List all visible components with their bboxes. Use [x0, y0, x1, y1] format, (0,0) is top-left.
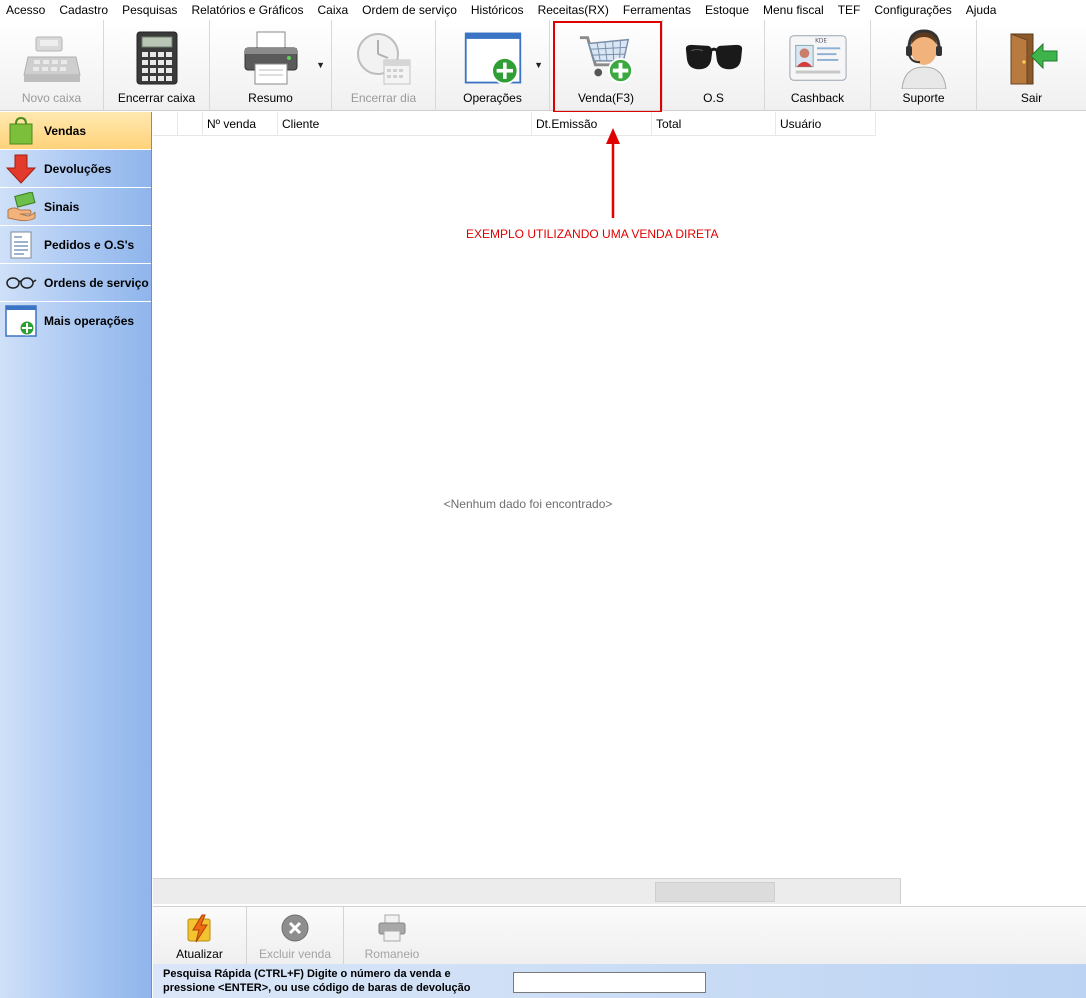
- quick-search-instructions: Pesquisa Rápida (CTRL+F) Digite o número…: [153, 967, 503, 995]
- annotation-text: EXEMPLO UTILIZANDO UMA VENDA DIRETA: [466, 227, 719, 241]
- menu-ajuda[interactable]: Ajuda: [966, 3, 997, 17]
- sidebar-item-ordens-servico[interactable]: Ordens de serviço: [0, 264, 151, 302]
- resumo-label: Resumo: [248, 91, 293, 105]
- menu-tef[interactable]: TEF: [838, 3, 861, 17]
- lightning-refresh-icon: [183, 911, 217, 945]
- cash-register-icon: [22, 29, 82, 87]
- scrollbar-thumb[interactable]: [655, 882, 775, 902]
- excluir-venda-label: Excluir venda: [258, 947, 332, 961]
- grid-header: Nº venda Cliente Dt.Emissão Total Usuári…: [153, 112, 876, 136]
- printer-small-icon: [375, 911, 409, 945]
- menu-historicos[interactable]: Históricos: [471, 3, 524, 17]
- sair-label: Sair: [1020, 91, 1043, 105]
- sidebar: Vendas Devoluções Sinais Pedidos e O.S's: [0, 112, 152, 998]
- resumo-button[interactable]: Resumo ▼: [210, 20, 332, 111]
- main-toolbar: Novo caixa Encerrar caixa Resumo ▼ Encer…: [0, 20, 1086, 111]
- sidebar-item-label: Ordens de serviço: [44, 275, 149, 290]
- menu-acesso[interactable]: Acesso: [6, 3, 45, 17]
- cashback-label: Cashback: [790, 91, 845, 105]
- resumo-dropdown-arrow-icon[interactable]: ▼: [316, 60, 325, 70]
- quick-search-bar: Pesquisa Rápida (CTRL+F) Digite o número…: [153, 964, 1086, 998]
- quick-search-line-2: pressione <ENTER>, ou use código de bara…: [163, 982, 471, 994]
- sidebar-item-label: Devoluções: [44, 161, 112, 176]
- sidebar-item-devolucoes[interactable]: Devoluções: [0, 150, 151, 188]
- eyeglasses-icon: [5, 267, 37, 299]
- printer-icon: [241, 29, 301, 87]
- window-add-small-icon: [5, 305, 37, 337]
- operacoes-button[interactable]: Operações ▼: [436, 20, 550, 111]
- sidebar-item-label: Mais operações: [44, 314, 135, 328]
- menu-relatorios[interactable]: Relatórios e Gráficos: [191, 3, 303, 17]
- exit-door-icon: [1002, 29, 1062, 87]
- encerrar-caixa-button[interactable]: Encerrar caixa: [104, 20, 210, 111]
- menu-configuracoes[interactable]: Configurações: [874, 3, 951, 17]
- menu-receitas[interactable]: Receitas(RX): [538, 3, 609, 17]
- hand-money-icon: [5, 191, 37, 223]
- sidebar-item-mais-operacoes[interactable]: Mais operações: [0, 302, 151, 340]
- arrow-down-icon: [5, 153, 37, 185]
- menu-bar: Acesso Cadastro Pesquisas Relatórios e G…: [0, 0, 1086, 20]
- grid-column-dt-emissao[interactable]: Dt.Emissão: [532, 112, 652, 136]
- delete-x-icon: [278, 911, 312, 945]
- operacoes-dropdown-arrow-icon[interactable]: ▼: [534, 60, 543, 70]
- glasses-icon: [684, 29, 744, 87]
- shopping-bag-icon: [5, 115, 37, 147]
- encerrar-dia-label: Encerrar dia: [350, 91, 417, 105]
- quick-search-line-1: Pesquisa Rápida (CTRL+F) Digite o número…: [163, 968, 451, 980]
- id-card-icon: KDE: [788, 29, 848, 87]
- suporte-button[interactable]: Suporte: [871, 20, 977, 111]
- menu-pesquisas[interactable]: Pesquisas: [122, 3, 177, 17]
- sidebar-item-sinais[interactable]: Sinais: [0, 188, 151, 226]
- menu-caixa[interactable]: Caixa: [317, 3, 348, 17]
- grid-column-usuario[interactable]: Usuário: [776, 112, 876, 136]
- menu-estoque[interactable]: Estoque: [705, 3, 749, 17]
- grid-column-numero-venda[interactable]: Nº venda: [203, 112, 278, 136]
- annotation-arrow: [606, 128, 620, 218]
- novo-caixa-label: Novo caixa: [21, 91, 82, 105]
- menu-cadastro[interactable]: Cadastro: [59, 3, 108, 17]
- sidebar-item-label: Sinais: [44, 199, 80, 214]
- card-tag: KDE: [815, 39, 827, 45]
- encerrar-dia-button[interactable]: Encerrar dia: [332, 20, 436, 111]
- venda-label: Venda(F3): [577, 91, 635, 105]
- bottom-toolbar: Atualizar Excluir venda Romaneio: [153, 906, 1086, 965]
- grid-column-indicator[interactable]: [153, 112, 178, 136]
- novo-caixa-button[interactable]: Novo caixa: [0, 20, 104, 111]
- romaneio-label: Romaneio: [364, 947, 420, 961]
- sidebar-item-label: Pedidos e O.S's: [44, 237, 135, 252]
- document-form-icon: [5, 229, 37, 261]
- grid-empty-message: <Nenhum dado foi encontrado>: [443, 497, 613, 511]
- shopping-cart-add-icon: [576, 29, 636, 87]
- quick-search-input[interactable]: [513, 972, 706, 993]
- encerrar-caixa-label: Encerrar caixa: [117, 91, 196, 105]
- horizontal-scrollbar[interactable]: [153, 878, 901, 904]
- menu-ordem-servico[interactable]: Ordem de serviço: [362, 3, 457, 17]
- cashback-button[interactable]: KDE Cashback: [765, 20, 871, 111]
- clock-calendar-icon: [354, 29, 414, 87]
- os-button[interactable]: O.S: [663, 20, 765, 111]
- sidebar-item-vendas[interactable]: Vendas: [0, 112, 151, 150]
- sidebar-item-label: Vendas: [44, 123, 87, 138]
- window-add-icon: [463, 29, 523, 87]
- romaneio-button[interactable]: Romaneio: [344, 907, 440, 965]
- suporte-label: Suporte: [902, 91, 945, 105]
- grid-column-select[interactable]: [178, 112, 203, 136]
- grid-column-cliente[interactable]: Cliente: [278, 112, 532, 136]
- support-agent-icon: [894, 29, 954, 89]
- operacoes-label: Operações: [463, 91, 522, 105]
- calculator-icon: [127, 29, 187, 87]
- atualizar-button[interactable]: Atualizar: [153, 907, 247, 965]
- os-label: O.S: [703, 91, 724, 105]
- grid-column-total[interactable]: Total: [652, 112, 776, 136]
- menu-ferramentas[interactable]: Ferramentas: [623, 3, 691, 17]
- menu-menu-fiscal[interactable]: Menu fiscal: [763, 3, 824, 17]
- sair-button[interactable]: Sair: [977, 20, 1086, 111]
- excluir-venda-button[interactable]: Excluir venda: [247, 907, 344, 965]
- venda-button[interactable]: Venda(F3): [550, 20, 663, 111]
- sidebar-item-pedidos[interactable]: Pedidos e O.S's: [0, 226, 151, 264]
- atualizar-label: Atualizar: [176, 947, 223, 961]
